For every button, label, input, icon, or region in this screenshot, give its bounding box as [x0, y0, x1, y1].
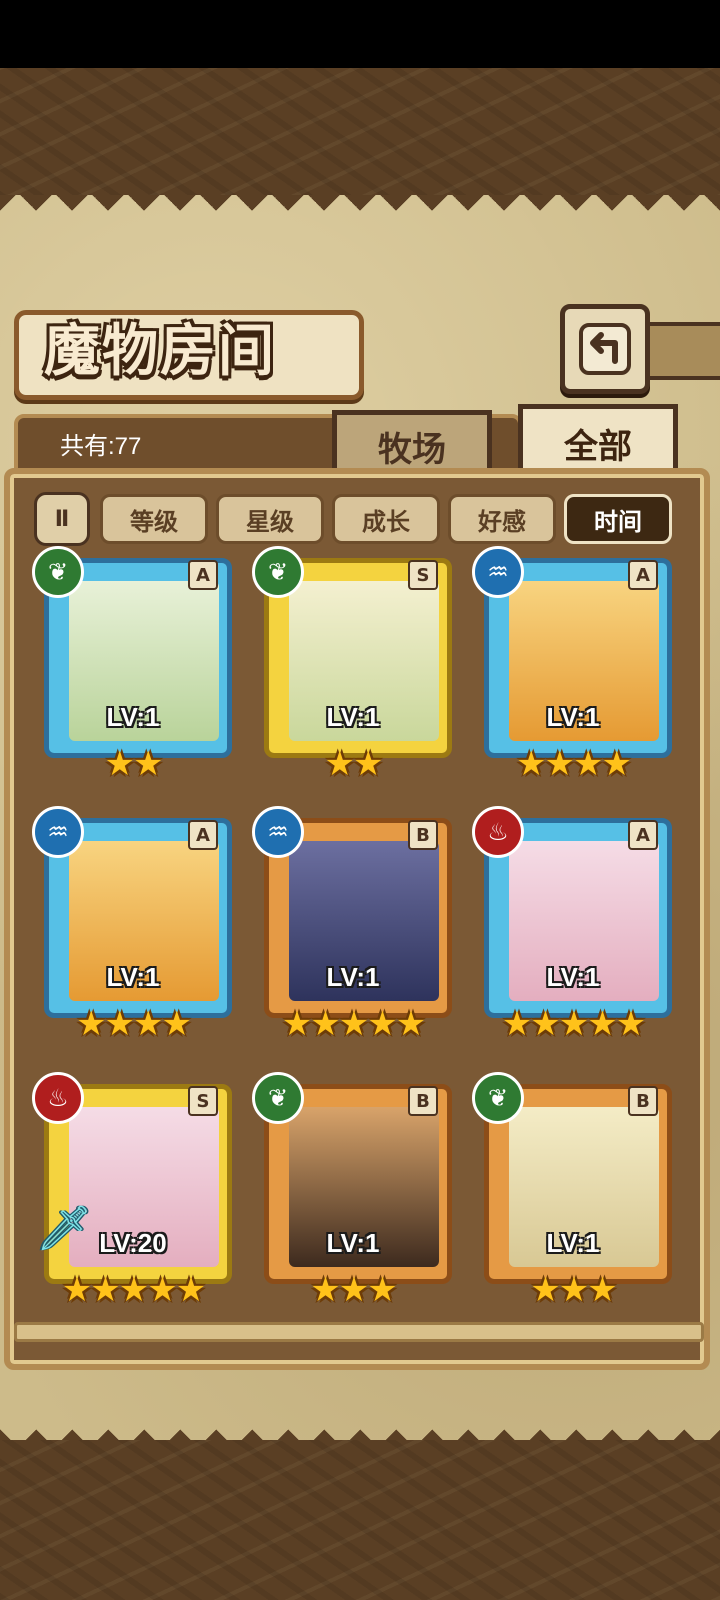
rank-badge: A [188, 820, 218, 850]
star-rating: ★★★★ [76, 1004, 192, 1044]
level-label: LV:1 [326, 1228, 380, 1258]
leaf-icon: ❦ [252, 546, 304, 598]
level-label: LV:1 [546, 1228, 600, 1258]
sort-affection-button[interactable]: 好感 [448, 494, 556, 544]
monster-card[interactable]: B ❦ LV:1 ★★★ [252, 1072, 452, 1310]
fire-icon: ♨ [32, 1072, 84, 1124]
map-background-top [0, 68, 720, 198]
level-label: LV:1 [546, 962, 600, 992]
back-arrow-icon [579, 323, 631, 375]
level-label: LV:1 [106, 702, 160, 732]
monster-card[interactable]: B ♒ LV:1 ★★★★★ [252, 806, 452, 1044]
star-rating: ★★★ [310, 1270, 397, 1310]
sort-order-toggle[interactable]: Ⅱ [34, 492, 90, 546]
leaf-icon: ❦ [32, 546, 84, 598]
rank-badge: A [628, 820, 658, 850]
sort-level-button[interactable]: 等级 [100, 494, 208, 544]
leaf-icon: ❦ [252, 1072, 304, 1124]
level-label: LV:1 [546, 702, 600, 732]
page-title: 魔物房间 [44, 318, 276, 384]
water-icon: ♒ [252, 806, 304, 858]
sword-icon: 🗡 [36, 1203, 92, 1254]
rank-badge: S [188, 1086, 218, 1116]
sort-time-button[interactable]: 时间 [564, 494, 672, 544]
monster-card[interactable]: S ♨ LV:20 ★★★★★ [32, 1072, 232, 1310]
fire-icon: ♨ [472, 806, 524, 858]
back-button[interactable] [560, 304, 650, 394]
star-rating: ★★★★★ [501, 1004, 646, 1044]
monster-card[interactable]: S ❦ LV:1 ★★ [252, 546, 452, 784]
panel-bottom-rule [14, 1322, 704, 1342]
rank-badge: B [408, 1086, 438, 1116]
level-label: LV:1 [106, 962, 160, 992]
monster-card[interactable]: A ♨ LV:1 ★★★★★ [472, 806, 672, 1044]
leaf-icon: ❦ [472, 1072, 524, 1124]
water-icon: ♒ [472, 546, 524, 598]
monster-card[interactable]: A ❦ LV:1 ★★ [32, 546, 232, 784]
tab-farm[interactable]: 牧场 [332, 410, 492, 477]
monster-count: 共有:77 [60, 433, 142, 460]
back-button-rail [640, 322, 720, 380]
monster-card[interactable]: A ♒ LV:1 ★★★★ [472, 546, 672, 784]
sort-star-button[interactable]: 星级 [216, 494, 324, 544]
star-rating: ★★★★★ [61, 1270, 206, 1310]
rank-badge: S [408, 560, 438, 590]
rank-badge: B [628, 1086, 658, 1116]
rank-badge: A [188, 560, 218, 590]
star-rating: ★★★★★ [281, 1004, 426, 1044]
level-label: LV:1 [326, 702, 380, 732]
monster-card[interactable]: A ♒ LV:1 ★★★★ [32, 806, 232, 1044]
level-label: LV:1 [326, 962, 380, 992]
tab-all[interactable]: 全部 [518, 404, 678, 477]
star-rating: ★★ [324, 744, 384, 784]
star-rating: ★★★ [530, 1270, 617, 1310]
rank-badge: B [408, 820, 438, 850]
water-icon: ♒ [32, 806, 84, 858]
rank-badge: A [628, 560, 658, 590]
star-rating: ★★ [104, 744, 164, 784]
star-rating: ★★★★ [516, 744, 632, 784]
map-background-bottom [0, 1440, 720, 1600]
parchment-edge-top [0, 195, 720, 221]
sort-growth-button[interactable]: 成长 [332, 494, 440, 544]
monster-card[interactable]: B ❦ LV:1 ★★★ [472, 1072, 672, 1310]
status-bar [0, 0, 720, 68]
